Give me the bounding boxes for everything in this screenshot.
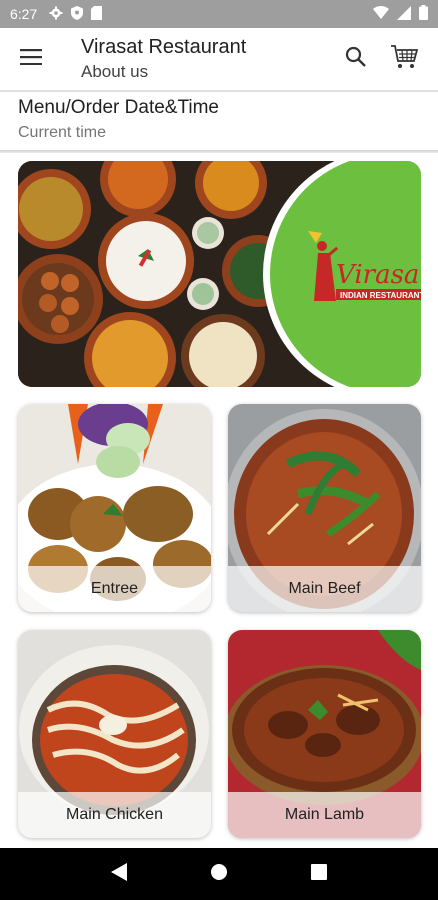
app-bar-divider [0,90,438,92]
category-card-entree[interactable]: Entree [18,404,211,612]
category-label: Main Lamb [228,792,421,838]
order-datetime-value: Current time [18,124,107,141]
restaurant-banner: Virasat INDIAN RESTAURANT [18,161,421,387]
signal-icon [397,5,411,23]
sd-card-icon [91,5,103,23]
home-icon[interactable] [210,863,228,886]
status-bar: 6:27 [0,0,438,28]
order-datetime-title: Menu/Order Date&Time [18,97,219,118]
menu-icon [20,48,42,70]
shield-icon [71,5,84,23]
search-button[interactable] [332,35,380,83]
recents-icon[interactable] [310,863,327,885]
logo-text: Virasat [336,260,421,290]
system-nav-bar [0,848,438,900]
gear-icon [49,6,63,23]
category-card-main-beef[interactable]: Main Beef [228,404,421,612]
search-icon [345,46,367,73]
battery-icon [419,5,428,23]
cart-button[interactable] [380,35,428,83]
back-icon[interactable] [111,862,128,886]
logo-subtext: INDIAN RESTAURANT [340,291,421,300]
wifi-icon [373,6,389,22]
category-label: Main Beef [228,566,421,612]
section-divider [0,150,438,153]
category-label: Main Chicken [18,792,211,838]
app-bar: Virasat Restaurant About us [0,28,438,90]
app-title: Virasat Restaurant [81,36,247,58]
category-card-main-chicken[interactable]: Main Chicken [18,630,211,838]
title-block: Virasat Restaurant About us [81,35,332,83]
about-us-link[interactable]: About us [81,61,332,83]
status-time: 6:27 [10,6,38,22]
cart-icon [390,44,419,75]
category-label: Entree [18,566,211,612]
order-datetime-selector[interactable]: Menu/Order Date&Time Current time [18,96,219,144]
category-card-main-lamb[interactable]: Main Lamb [228,630,421,838]
menu-button[interactable] [0,28,62,90]
